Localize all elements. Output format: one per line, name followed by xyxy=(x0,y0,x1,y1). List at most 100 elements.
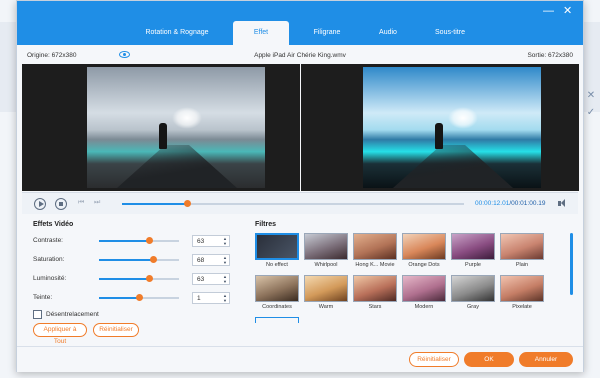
hue-slider[interactable] xyxy=(99,294,179,301)
filter-label: Purple xyxy=(465,262,481,268)
brightness-label: Luminosité: xyxy=(33,275,67,282)
filter-thumbnail xyxy=(353,233,397,260)
contrast-value: 63 xyxy=(197,238,205,245)
contrast-label: Contraste: xyxy=(33,237,63,244)
brightness-input[interactable]: 63 ▲ ▼ xyxy=(192,273,230,285)
filter-thumbnail xyxy=(304,275,348,302)
filter-whirlpool[interactable]: Whirlpool xyxy=(304,233,348,268)
ok-button[interactable]: OK xyxy=(464,352,514,367)
slider-fill xyxy=(99,297,139,299)
progress-fill xyxy=(122,203,187,205)
background-check-icon: ✓ xyxy=(586,107,596,118)
filter-purple[interactable]: Purple xyxy=(451,233,495,268)
filter-coordinates[interactable]: Coordinates xyxy=(255,275,299,310)
filter-label: Stars xyxy=(368,304,382,310)
brightness-row: Luminosité: 63 ▲ ▼ xyxy=(29,273,249,285)
filter-gray[interactable]: Gray xyxy=(451,275,495,310)
dialog-titlebar: — ✕ Rotation & Rognage Effet Filigrane A… xyxy=(17,1,583,45)
output-preview xyxy=(301,64,579,191)
reset-effects-button[interactable]: Réinitialiser xyxy=(93,323,139,337)
deinterlace-label: Désentrelacement xyxy=(46,311,99,318)
filter-thumbnail xyxy=(451,233,495,260)
filter-warm[interactable]: Warm xyxy=(304,275,348,310)
filter-no-effect[interactable]: No effect xyxy=(255,233,299,268)
progress-handle[interactable] xyxy=(183,200,191,207)
dialog-footer: Réinitialiser OK Annuler xyxy=(17,346,583,372)
filter-stars[interactable]: Stars xyxy=(353,275,397,310)
deinterlace-checkbox[interactable] xyxy=(33,310,42,319)
road xyxy=(117,145,237,188)
saturation-input[interactable]: 68 ▲ ▼ xyxy=(192,254,230,266)
slider-handle[interactable] xyxy=(146,237,154,244)
saturation-label: Saturation: xyxy=(33,256,65,263)
road xyxy=(393,145,513,188)
filters-scrollbar[interactable] xyxy=(570,233,573,295)
hue-input[interactable]: 1 ▲ ▼ xyxy=(192,292,230,304)
person-silhouette xyxy=(435,123,443,149)
previous-frame-icon[interactable]: ⏮ xyxy=(78,199,84,207)
tab-bar: Rotation & Rognage Effet Filigrane Audio… xyxy=(17,21,583,45)
slider-handle[interactable] xyxy=(136,294,143,301)
minimize-button[interactable]: — xyxy=(543,6,554,17)
filter-thumbnail xyxy=(255,275,299,302)
playback-controls: ⏮ ⏭ 00:00:12.01/00:01:00.19 xyxy=(22,192,578,214)
original-preview xyxy=(22,64,300,191)
filter-thumbnail xyxy=(255,233,299,260)
info-bar: Origine: 672x380 Apple iPad Air Chérie K… xyxy=(19,46,581,66)
filter-next-row-partial xyxy=(255,317,299,323)
contrast-slider[interactable] xyxy=(99,237,179,244)
hue-row: Teinte: 1 ▲ ▼ xyxy=(29,292,249,304)
brightness-slider[interactable] xyxy=(99,275,179,282)
saturation-slider[interactable] xyxy=(99,256,179,263)
cancel-button[interactable]: Annuler xyxy=(519,352,573,367)
tab-audio[interactable]: Audio xyxy=(362,21,414,45)
slider-handle[interactable] xyxy=(146,275,154,282)
next-frame-icon[interactable]: ⏭ xyxy=(94,199,100,207)
contrast-input[interactable]: 63 ▲ ▼ xyxy=(192,235,230,247)
hue-label: Teinte: xyxy=(33,294,53,301)
close-button[interactable]: ✕ xyxy=(563,6,572,17)
slider-fill xyxy=(99,240,150,242)
tab-watermark[interactable]: Filigrane xyxy=(295,21,359,45)
slider-fill xyxy=(99,259,154,261)
tab-rotation-crop[interactable]: Rotation & Rognage xyxy=(127,21,227,45)
filter-label: Whirlpool xyxy=(314,262,338,268)
filter-label: Warm xyxy=(318,304,334,310)
saturation-row: Saturation: 68 ▲ ▼ xyxy=(29,254,249,266)
filter-thumbnail xyxy=(402,233,446,260)
stepper-arrows-icon[interactable]: ▲ ▼ xyxy=(223,236,227,246)
volume-icon[interactable] xyxy=(558,199,568,208)
sun-glare xyxy=(172,107,202,129)
stop-button[interactable] xyxy=(55,198,67,210)
stepper-arrows-icon[interactable]: ▲ ▼ xyxy=(223,274,227,284)
filter-label: Gray xyxy=(467,304,479,310)
progress-bar[interactable] xyxy=(122,200,464,207)
slider-fill xyxy=(99,278,150,280)
reset-button[interactable]: Réinitialiser xyxy=(409,352,459,367)
filter-label: No effect xyxy=(266,262,288,268)
filter-orange-dots[interactable]: Orange Dots xyxy=(402,233,446,268)
filters-title: Filtres xyxy=(255,221,277,228)
stepper-arrows-icon[interactable]: ▲ ▼ xyxy=(223,255,227,265)
original-video-frame xyxy=(87,67,265,188)
filter-label: Modern xyxy=(414,304,434,310)
filter-label: Pixelate xyxy=(512,304,532,310)
background-close-icon: ✕ xyxy=(586,90,596,101)
slider-handle[interactable] xyxy=(150,256,158,263)
filter-thumbnail xyxy=(304,233,348,260)
tab-effect[interactable]: Effet xyxy=(233,21,289,45)
filters-panel: Filtres No effect Whirlpool Hong K... Mo… xyxy=(255,221,575,351)
apply-to-all-button[interactable]: Appliquer à Tout xyxy=(33,323,87,345)
play-button[interactable] xyxy=(34,198,46,210)
person-silhouette xyxy=(159,123,167,149)
filter-plain[interactable]: Plain xyxy=(500,233,544,268)
filter-thumbnail xyxy=(500,233,544,260)
effects-title: Effets Vidéo xyxy=(33,221,74,228)
filter-label: Orange Dots xyxy=(408,262,440,268)
filter-hong-kong-movie[interactable]: Hong K... Movie xyxy=(353,233,397,268)
saturation-value: 68 xyxy=(197,257,205,264)
filter-pixelate[interactable]: Pixelate xyxy=(500,275,544,310)
stepper-arrows-icon[interactable]: ▲ ▼ xyxy=(223,293,227,303)
filter-modern[interactable]: Modern xyxy=(402,275,446,310)
tab-subtitle[interactable]: Sous-titre xyxy=(417,21,483,45)
